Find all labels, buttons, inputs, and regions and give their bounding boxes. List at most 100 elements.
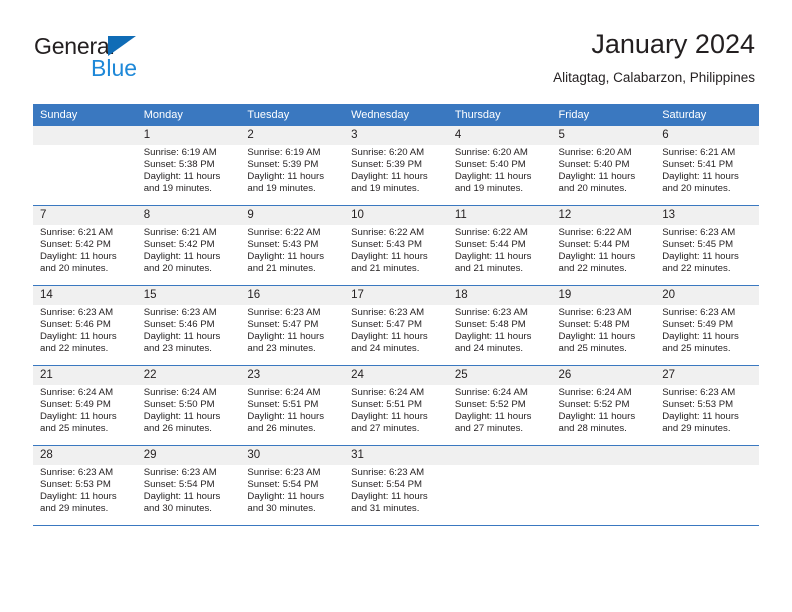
- calendar-day-cell[interactable]: 21 Sunrise: 6:24 AM Sunset: 5:49 PM Dayligh…: [33, 365, 137, 446]
- sunrise-text: Sunrise: 6:20 AM: [558, 147, 632, 158]
- sunrise-text: Sunrise: 6:23 AM: [454, 307, 528, 318]
- sunrise-text: Sunrise: 6:23 AM: [143, 467, 217, 478]
- day-number: 6: [655, 126, 759, 145]
- sunrise-text: Sunrise: 6:23 AM: [40, 307, 114, 318]
- calendar-day-cell[interactable]: 19 Sunrise: 6:23 AM Sunset: 5:48 PM Dayligh…: [551, 285, 656, 366]
- day-details: Sunrise: 6:23 AM Sunset: 5:54 PM Daylight:…: [240, 465, 344, 515]
- day-details: Sunrise: 6:23 AM Sunset: 5:48 PM Daylight:…: [448, 305, 552, 355]
- day-details: Sunrise: 6:24 AM Sunset: 5:50 PM Daylight:…: [137, 385, 241, 435]
- calendar-day-cell[interactable]: 31 Sunrise: 6:23 AM Sunset: 5:54 PM Dayligh…: [344, 445, 448, 526]
- daylight-text: Daylight: 11 hours and 19 minutes.: [247, 171, 325, 195]
- day-number: 26: [551, 366, 656, 385]
- weekday-header-wednesday: Wednesday: [344, 104, 448, 126]
- calendar-day-cell[interactable]: 16 Sunrise: 6:23 AM Sunset: 5:47 PM Dayligh…: [240, 285, 345, 366]
- calendar-day-cell[interactable]: 27 Sunrise: 6:23 AM Sunset: 5:53 PM Dayligh…: [655, 365, 759, 446]
- sunset-text: Sunset: 5:48 PM: [454, 319, 526, 331]
- daylight-text: Daylight: 11 hours and 30 minutes.: [247, 491, 325, 515]
- calendar-day-cell[interactable]: 2 Sunrise: 6:19 AM Sunset: 5:39 PM Daylight…: [240, 126, 345, 206]
- weekday-header-thursday: Thursday: [447, 104, 552, 126]
- day-details: Sunrise: 6:24 AM Sunset: 5:51 PM Daylight:…: [240, 385, 344, 435]
- calendar-day-cell[interactable]: 3 Sunrise: 6:20 AM Sunset: 5:39 PM Daylight…: [344, 126, 448, 206]
- generalblue-logo[interactable]: General Blue: [34, 33, 174, 83]
- calendar-day-cell[interactable]: 10 Sunrise: 6:22 AM Sunset: 5:43 PM Dayligh…: [344, 205, 448, 286]
- calendar-day-cell[interactable]: 15 Sunrise: 6:23 AM Sunset: 5:46 PM Dayligh…: [136, 285, 241, 366]
- calendar-day-cell[interactable]: 4 Sunrise: 6:20 AM Sunset: 5:40 PM Daylight…: [447, 126, 552, 206]
- day-number: 2: [240, 126, 345, 145]
- sunset-text: Sunset: 5:40 PM: [558, 159, 630, 171]
- page-subtitle: Alitagtag, Calabarzon, Philippines: [553, 70, 755, 85]
- sunset-text: Sunset: 5:46 PM: [143, 319, 215, 331]
- sunset-text: Sunset: 5:40 PM: [454, 159, 526, 171]
- calendar-day-cell[interactable]: 9 Sunrise: 6:22 AM Sunset: 5:43 PM Daylight…: [240, 205, 345, 286]
- sunrise-text: Sunrise: 6:23 AM: [351, 467, 425, 478]
- calendar-day-cell[interactable]: 5 Sunrise: 6:20 AM Sunset: 5:40 PM Daylight…: [551, 126, 656, 206]
- sunrise-text: Sunrise: 6:24 AM: [40, 387, 114, 398]
- day-number: 28: [33, 446, 137, 465]
- calendar-day-cell[interactable]: 8 Sunrise: 6:21 AM Sunset: 5:42 PM Daylight…: [136, 205, 241, 286]
- calendar-body: 1 Sunrise: 6:19 AM Sunset: 5:38 PM Daylight…: [33, 126, 759, 526]
- calendar-week-row: 21 Sunrise: 6:24 AM Sunset: 5:49 PM Dayligh…: [33, 365, 759, 446]
- day-number: 11: [447, 206, 552, 225]
- calendar-week-row: 14 Sunrise: 6:23 AM Sunset: 5:46 PM Dayligh…: [33, 285, 759, 366]
- sunrise-text: Sunrise: 6:23 AM: [247, 307, 321, 318]
- calendar-day-cell[interactable]: 26 Sunrise: 6:24 AM Sunset: 5:52 PM Dayligh…: [551, 365, 656, 446]
- sunrise-text: Sunrise: 6:24 AM: [351, 387, 425, 398]
- calendar-day-cell[interactable]: 22 Sunrise: 6:24 AM Sunset: 5:50 PM Dayligh…: [136, 365, 241, 446]
- day-number: 16: [240, 286, 345, 305]
- calendar-day-cell[interactable]: 7 Sunrise: 6:21 AM Sunset: 5:42 PM Daylight…: [33, 205, 137, 286]
- calendar-day-cell[interactable]: 6 Sunrise: 6:21 AM Sunset: 5:41 PM Daylight…: [655, 126, 759, 206]
- daylight-text: Daylight: 11 hours and 24 minutes.: [351, 331, 428, 355]
- sunset-text: Sunset: 5:54 PM: [143, 479, 215, 491]
- day-number: 17: [344, 286, 448, 305]
- calendar-day-cell[interactable]: 30 Sunrise: 6:23 AM Sunset: 5:54 PM Dayligh…: [240, 445, 345, 526]
- sunrise-text: Sunrise: 6:23 AM: [351, 307, 425, 318]
- daylight-text: Daylight: 11 hours and 23 minutes.: [143, 331, 221, 355]
- day-number: 27: [655, 366, 759, 385]
- calendar-day-cell[interactable]: 13 Sunrise: 6:23 AM Sunset: 5:45 PM Dayligh…: [655, 205, 759, 286]
- daylight-text: Daylight: 11 hours and 31 minutes.: [351, 491, 428, 515]
- calendar-cell-empty: [551, 445, 656, 526]
- day-details: Sunrise: 6:22 AM Sunset: 5:43 PM Daylight:…: [344, 225, 448, 275]
- day-number: 7: [33, 206, 137, 225]
- day-number: 5: [551, 126, 656, 145]
- calendar-day-cell[interactable]: 18 Sunrise: 6:23 AM Sunset: 5:48 PM Dayligh…: [447, 285, 552, 366]
- day-number: 3: [344, 126, 448, 145]
- calendar-day-cell[interactable]: 14 Sunrise: 6:23 AM Sunset: 5:46 PM Dayligh…: [33, 285, 137, 366]
- day-details: Sunrise: 6:20 AM Sunset: 5:39 PM Daylight:…: [344, 145, 448, 195]
- day-number: 24: [344, 366, 448, 385]
- logo-text-blue: Blue: [91, 55, 138, 81]
- day-number: 1: [136, 126, 241, 145]
- day-details: Sunrise: 6:23 AM Sunset: 5:46 PM Daylight:…: [137, 305, 241, 355]
- sunset-text: Sunset: 5:39 PM: [351, 159, 423, 171]
- day-details: Sunrise: 6:24 AM Sunset: 5:52 PM Daylight:…: [552, 385, 656, 435]
- calendar-day-cell[interactable]: 24 Sunrise: 6:24 AM Sunset: 5:51 PM Dayligh…: [344, 365, 448, 446]
- daylight-text: Daylight: 11 hours and 24 minutes.: [454, 331, 532, 355]
- sunset-text: Sunset: 5:51 PM: [351, 399, 423, 411]
- day-number: 18: [447, 286, 552, 305]
- daylight-text: Daylight: 11 hours and 20 minutes.: [558, 171, 636, 195]
- calendar-day-cell[interactable]: 29 Sunrise: 6:23 AM Sunset: 5:54 PM Dayligh…: [136, 445, 241, 526]
- sunrise-text: Sunrise: 6:21 AM: [40, 227, 114, 238]
- calendar-day-cell[interactable]: 25 Sunrise: 6:24 AM Sunset: 5:52 PM Dayligh…: [447, 365, 552, 446]
- day-number: 9: [240, 206, 345, 225]
- daylight-text: Daylight: 11 hours and 25 minutes.: [662, 331, 739, 355]
- calendar-day-cell[interactable]: 17 Sunrise: 6:23 AM Sunset: 5:47 PM Dayligh…: [344, 285, 448, 366]
- calendar-day-cell[interactable]: 1 Sunrise: 6:19 AM Sunset: 5:38 PM Daylight…: [136, 126, 241, 206]
- daylight-text: Daylight: 11 hours and 29 minutes.: [662, 411, 739, 435]
- day-details: Sunrise: 6:20 AM Sunset: 5:40 PM Daylight:…: [552, 145, 656, 195]
- day-details: Sunrise: 6:22 AM Sunset: 5:43 PM Daylight:…: [240, 225, 344, 275]
- daylight-text: Daylight: 11 hours and 22 minutes.: [40, 331, 117, 355]
- day-details: Sunrise: 6:22 AM Sunset: 5:44 PM Daylight:…: [552, 225, 656, 275]
- calendar-day-cell[interactable]: 12 Sunrise: 6:22 AM Sunset: 5:44 PM Dayligh…: [551, 205, 656, 286]
- daylight-text: Daylight: 11 hours and 25 minutes.: [40, 411, 117, 435]
- sunrise-text: Sunrise: 6:19 AM: [247, 147, 321, 158]
- daylight-text: Daylight: 11 hours and 26 minutes.: [247, 411, 325, 435]
- calendar-day-cell[interactable]: 11 Sunrise: 6:22 AM Sunset: 5:44 PM Dayligh…: [447, 205, 552, 286]
- calendar-day-cell[interactable]: 20 Sunrise: 6:23 AM Sunset: 5:49 PM Dayligh…: [655, 285, 759, 366]
- page-header: General Blue January 2024 Alitagtag, Cal…: [0, 0, 792, 103]
- triangle-icon: [108, 36, 136, 56]
- calendar-day-cell[interactable]: 28 Sunrise: 6:23 AM Sunset: 5:53 PM Dayligh…: [33, 445, 137, 526]
- calendar-day-cell[interactable]: 23 Sunrise: 6:24 AM Sunset: 5:51 PM Dayligh…: [240, 365, 345, 446]
- sunset-text: Sunset: 5:49 PM: [662, 319, 734, 331]
- sunset-text: Sunset: 5:46 PM: [40, 319, 111, 331]
